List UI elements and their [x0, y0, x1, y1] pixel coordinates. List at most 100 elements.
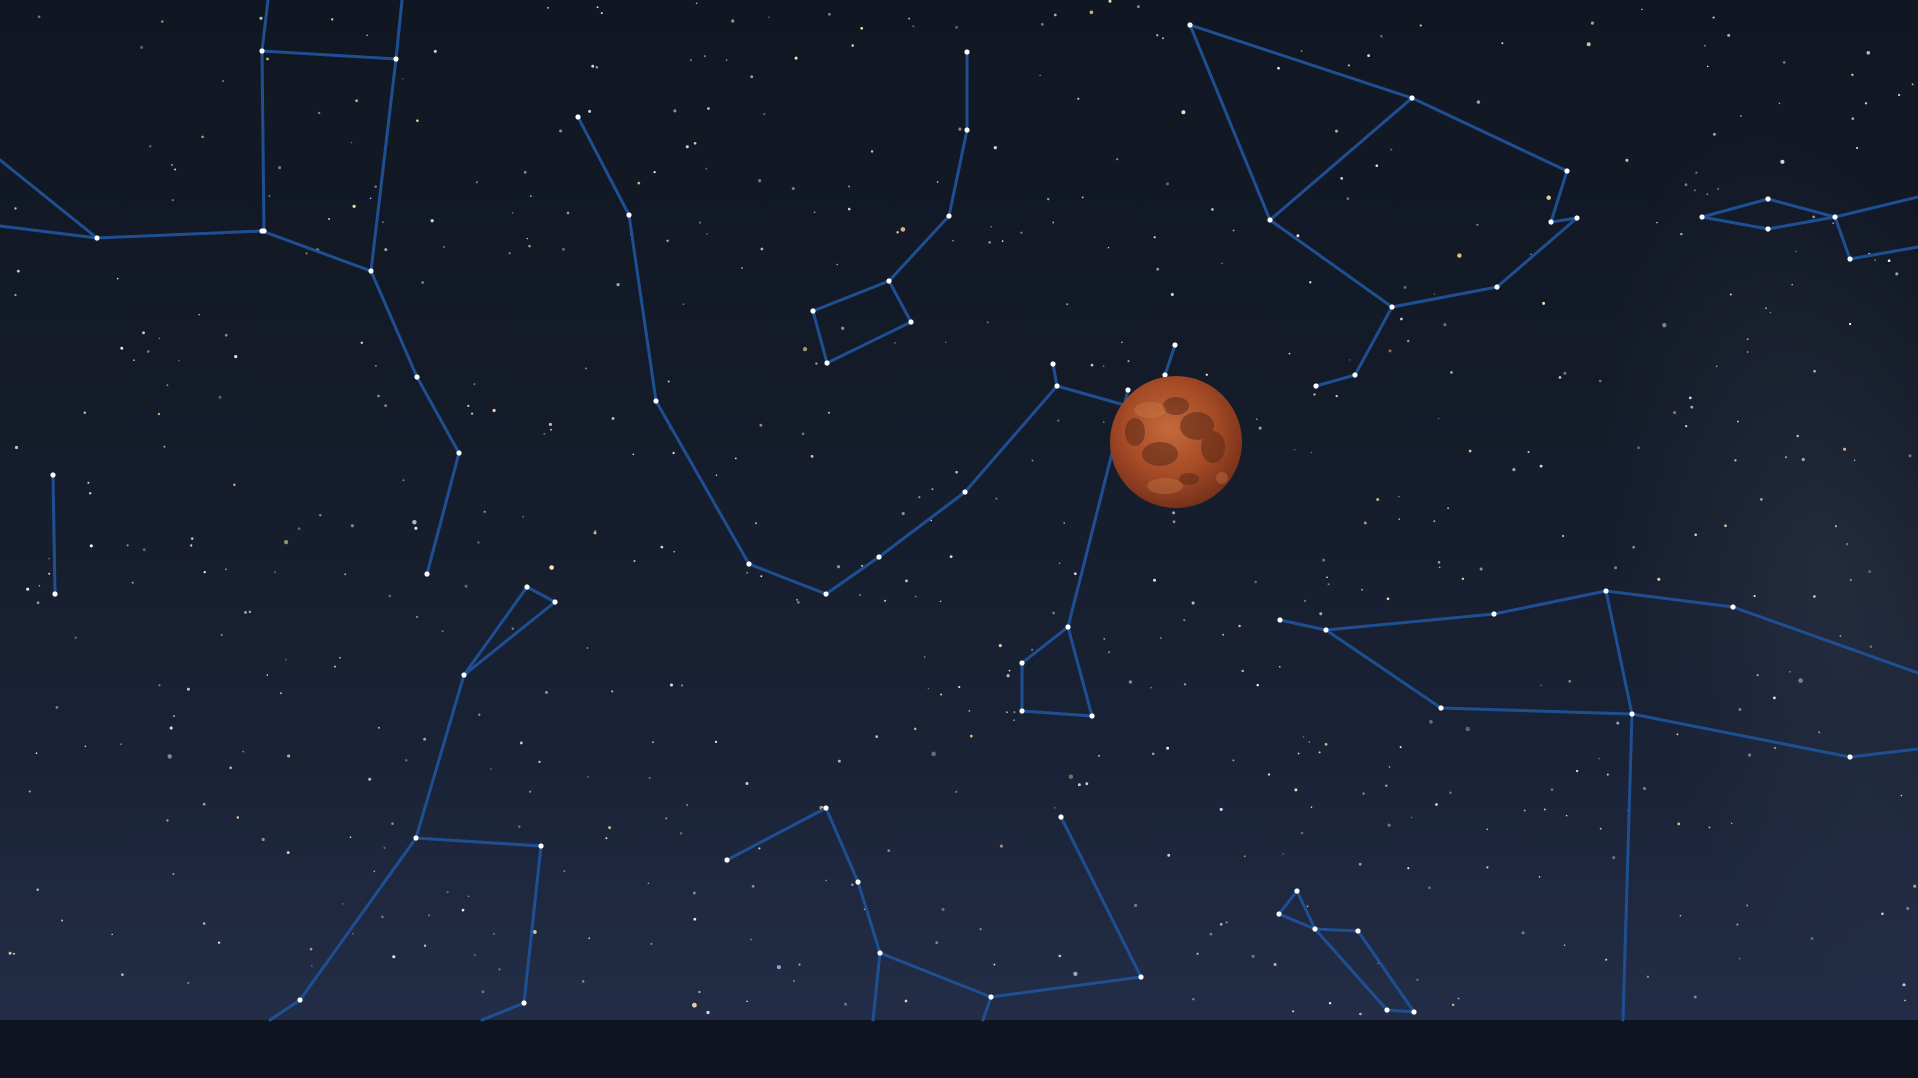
constellation-star — [653, 398, 659, 404]
constellation-line — [394, 0, 404, 61]
star — [1294, 788, 1298, 792]
star — [986, 321, 989, 324]
star — [908, 17, 911, 20]
constellation-stars — [50, 22, 1853, 1015]
sky-chart — [0, 0, 1918, 1022]
star — [412, 519, 417, 525]
star — [1073, 572, 1077, 576]
star — [1058, 954, 1062, 958]
star — [1052, 221, 1055, 224]
star — [810, 455, 814, 458]
constellation-star — [626, 212, 632, 218]
star — [1057, 419, 1060, 422]
star — [261, 837, 265, 842]
constellation-star — [552, 599, 558, 605]
star — [979, 928, 982, 931]
star — [1297, 752, 1300, 755]
constellation-star — [1494, 284, 1500, 290]
star — [912, 25, 915, 28]
star — [121, 973, 124, 976]
star — [1676, 733, 1679, 736]
star — [1769, 311, 1772, 314]
star — [1294, 449, 1296, 451]
star — [1399, 746, 1402, 749]
constellation-line — [1268, 218, 1394, 309]
star — [1081, 196, 1084, 199]
star — [1090, 363, 1094, 367]
star — [608, 826, 612, 830]
star — [280, 692, 282, 695]
star — [887, 849, 890, 852]
star — [611, 690, 614, 693]
star — [1137, 5, 1140, 8]
star — [550, 428, 552, 431]
star — [1598, 379, 1602, 383]
star — [402, 479, 405, 482]
star — [1296, 234, 1300, 238]
constellation-line — [1324, 628, 1918, 759]
star — [1251, 954, 1255, 958]
star — [1258, 426, 1262, 430]
star — [587, 775, 589, 778]
star — [939, 600, 942, 603]
star — [548, 422, 552, 426]
star — [433, 49, 437, 53]
star — [1813, 369, 1816, 373]
star — [36, 888, 40, 892]
star — [464, 584, 468, 588]
star — [1102, 365, 1105, 367]
star — [585, 367, 587, 370]
star — [1058, 562, 1061, 564]
constellation-star — [1138, 974, 1144, 980]
star — [36, 601, 40, 604]
star — [650, 943, 653, 945]
star — [1677, 822, 1681, 826]
star — [1151, 752, 1155, 756]
star — [760, 247, 764, 251]
constellation-star — [94, 235, 100, 241]
star — [995, 497, 998, 500]
star — [1695, 171, 1698, 174]
constellation-star — [1352, 372, 1358, 378]
star — [1089, 10, 1094, 15]
star — [750, 938, 752, 941]
constellation-star — [1267, 217, 1273, 223]
star — [166, 384, 169, 387]
star — [84, 745, 87, 748]
star — [836, 565, 841, 569]
star — [1222, 633, 1225, 636]
constellation-star — [855, 879, 861, 885]
star — [827, 411, 831, 414]
star — [1778, 102, 1781, 105]
star — [1428, 886, 1431, 890]
star — [923, 656, 926, 658]
star — [1077, 97, 1080, 100]
star — [848, 185, 851, 188]
constellation-star — [1276, 911, 1282, 917]
star — [48, 557, 50, 560]
star — [171, 199, 174, 202]
star — [600, 12, 603, 15]
constellation-line — [1833, 215, 1918, 261]
star — [1232, 229, 1235, 232]
star — [1616, 721, 1620, 725]
star — [284, 540, 289, 545]
star — [1128, 680, 1133, 684]
constellation-star — [1172, 342, 1178, 348]
star — [74, 636, 77, 639]
star — [38, 585, 41, 587]
star — [222, 80, 225, 83]
star — [1348, 359, 1351, 361]
star — [423, 944, 427, 947]
constellation-star — [823, 591, 829, 597]
constellation-line — [51, 473, 57, 596]
star — [352, 204, 356, 208]
star — [441, 630, 444, 633]
constellation-star — [259, 48, 265, 54]
star — [142, 548, 146, 552]
star — [278, 166, 282, 170]
star — [838, 759, 841, 763]
star — [14, 207, 17, 210]
constellation-star — [1603, 588, 1609, 594]
star — [1068, 774, 1074, 779]
